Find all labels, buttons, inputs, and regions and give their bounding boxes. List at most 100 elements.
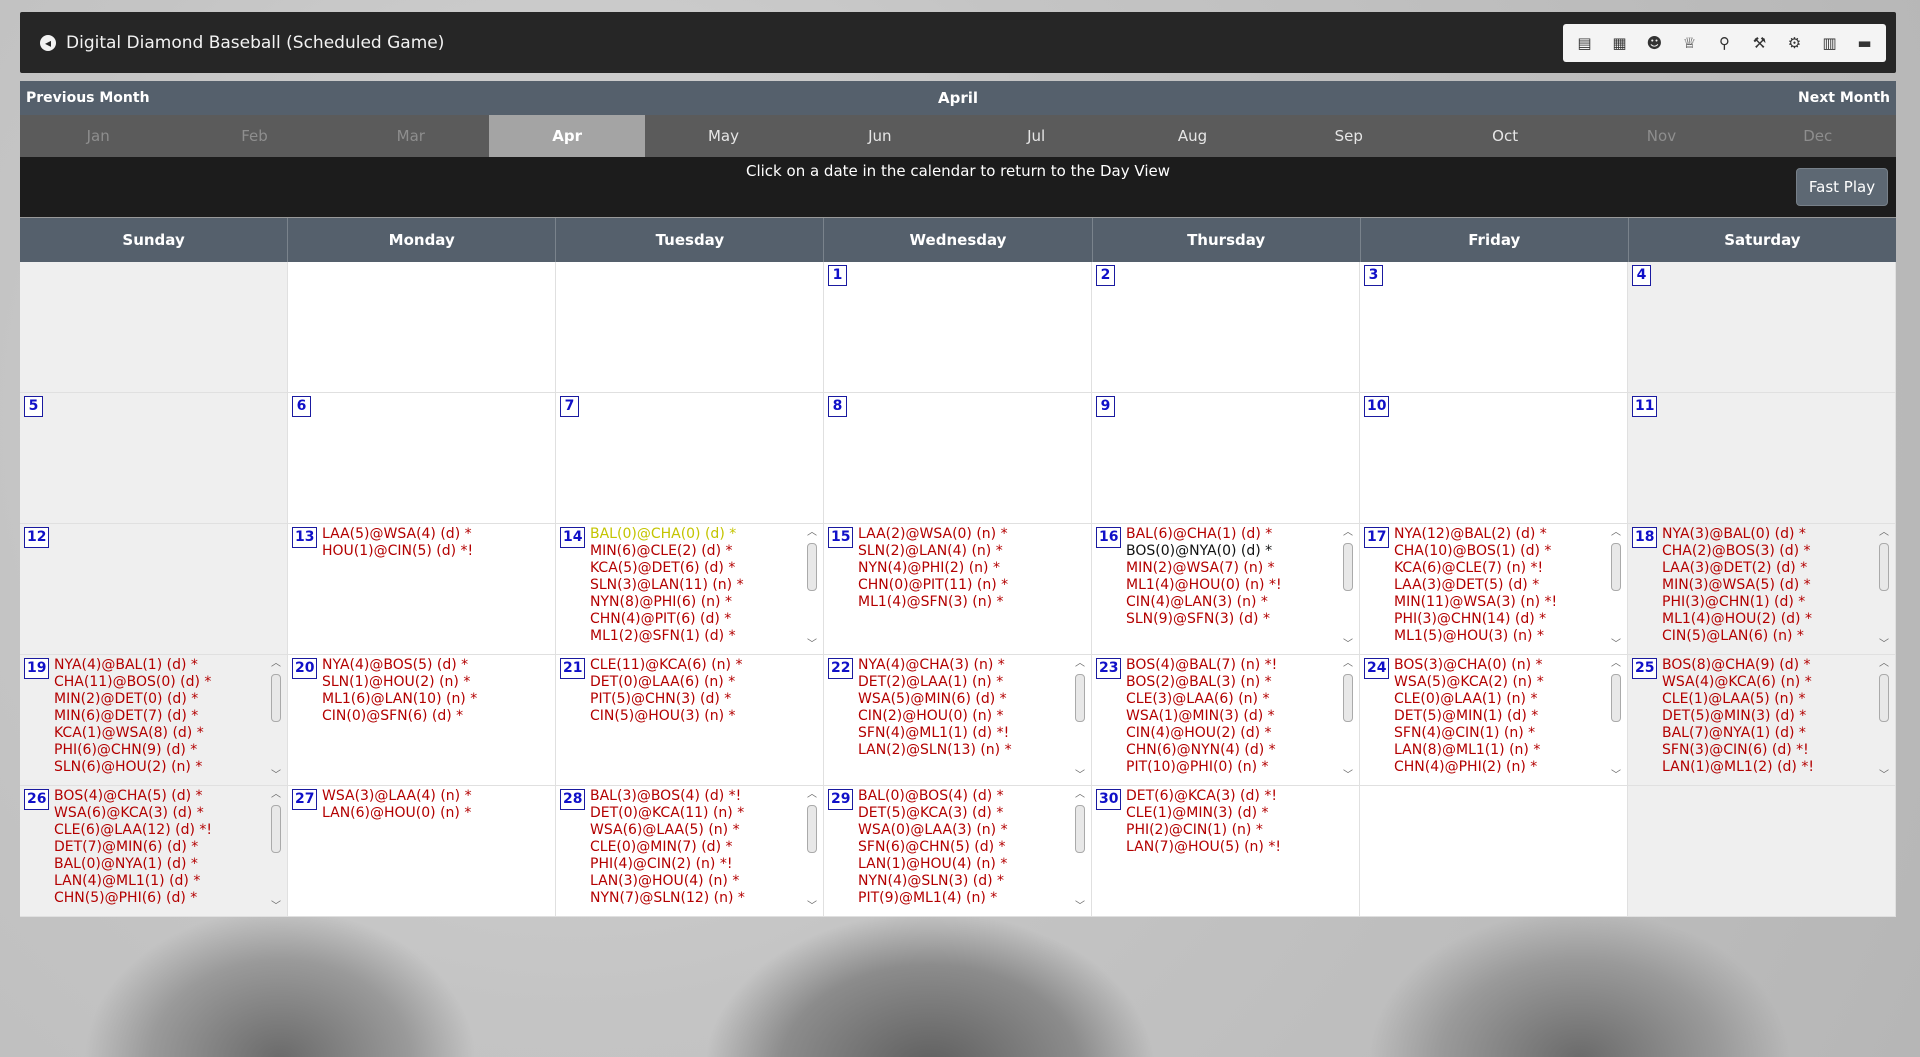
day-number-link[interactable]: 4 <box>1632 265 1651 286</box>
scroll-up-icon[interactable]: ︿ <box>1073 658 1087 670</box>
game-result[interactable]: KCA(5)@DET(6) (d) * <box>590 560 801 577</box>
calendar-day-7[interactable]: 7 <box>556 393 824 524</box>
game-result[interactable]: WSA(5)@MIN(6) (d) * <box>858 691 1069 708</box>
scroll-up-icon[interactable]: ︿ <box>1341 527 1355 539</box>
game-result[interactable]: PIT(5)@CHN(3) (d) * <box>590 691 819 708</box>
scroll-down-icon[interactable]: ﹀ <box>1609 639 1623 651</box>
game-list-scrollbar[interactable]: ︿ ﹀ <box>1341 658 1355 782</box>
game-result[interactable]: CIN(4)@LAN(3) (n) * <box>1126 594 1337 611</box>
game-result[interactable]: KCA(6)@CLE(7) (n) *! <box>1394 560 1605 577</box>
calendar-day-5[interactable]: 5 <box>20 393 288 524</box>
game-result[interactable]: SLN(1)@HOU(2) (n) * <box>322 674 551 691</box>
game-result[interactable]: PHI(4)@CIN(2) (n) *! <box>590 856 801 873</box>
gear-icon[interactable]: ⚙ <box>1777 24 1812 62</box>
folder-icon[interactable]: ▬ <box>1847 24 1882 62</box>
game-result[interactable]: WSA(3)@LAA(4) (n) * <box>322 788 551 805</box>
month-tab-oct[interactable]: Oct <box>1427 115 1583 157</box>
game-result[interactable]: DET(6)@KCA(3) (d) *! <box>1126 788 1355 805</box>
game-result[interactable]: LAN(2)@SLN(13) (n) * <box>858 742 1069 759</box>
calendar-day-11[interactable]: 11 <box>1628 393 1896 524</box>
calendar-day-15[interactable]: 15 LAA(2)@WSA(0) (n) * SLN(2)@LAN(4) (n) *… <box>824 524 1092 655</box>
game-list-scrollbar[interactable]: ︿ ﹀ <box>269 658 283 782</box>
calendar-day-20[interactable]: 20 NYA(4)@BOS(5) (d) * SLN(1)@HOU(2) (n) *… <box>288 655 556 786</box>
fast-play-button[interactable]: Fast Play <box>1796 168 1888 206</box>
game-result[interactable]: MIN(6)@CLE(2) (d) * <box>590 543 801 560</box>
calendar-day-17[interactable]: 17 NYA(12)@BAL(2) (d) * CHA(10)@BOS(1) (d)… <box>1360 524 1628 655</box>
game-result[interactable]: HOU(1)@CIN(5) (d) *! <box>322 543 551 560</box>
game-result[interactable]: BOS(4)@CHA(5) (d) * <box>54 788 265 805</box>
day-number-link[interactable]: 17 <box>1364 527 1390 548</box>
day-number-link[interactable]: 7 <box>560 396 579 417</box>
previous-month-link[interactable]: Previous Month <box>26 90 150 106</box>
day-number-link[interactable]: 25 <box>1632 658 1658 679</box>
day-number-link[interactable]: 3 <box>1364 265 1383 286</box>
day-number-link[interactable]: 30 <box>1096 789 1122 810</box>
calendar-day-8[interactable]: 8 <box>824 393 1092 524</box>
team-icon[interactable]: ☻ <box>1637 24 1672 62</box>
game-result[interactable]: MIN(3)@WSA(5) (d) * <box>1662 577 1873 594</box>
game-result[interactable]: NYA(4)@BAL(1) (d) * <box>54 657 265 674</box>
game-result[interactable]: KCA(1)@WSA(8) (d) * <box>54 725 265 742</box>
game-result[interactable]: PIT(9)@ML1(4) (n) * <box>858 890 1069 907</box>
scroll-up-icon[interactable]: ︿ <box>1341 658 1355 670</box>
game-result[interactable]: WSA(1)@MIN(3) (d) * <box>1126 708 1337 725</box>
game-result[interactable]: LAN(4)@ML1(1) (d) * <box>54 873 265 890</box>
game-result[interactable]: NYN(7)@SLN(12) (n) * <box>590 890 801 907</box>
game-result[interactable]: BOS(0)@NYA(0) (d) * <box>1126 543 1337 560</box>
scroll-down-icon[interactable]: ﹀ <box>1609 770 1623 782</box>
scroll-up-icon[interactable]: ︿ <box>805 527 819 539</box>
game-result[interactable]: MIN(6)@DET(7) (d) * <box>54 708 265 725</box>
month-tab-jul[interactable]: Jul <box>958 115 1114 157</box>
day-number-link[interactable]: 14 <box>560 527 586 548</box>
game-result[interactable]: PHI(3)@CHN(14) (d) * <box>1394 611 1605 628</box>
back-arrow-icon[interactable]: ◂ <box>40 34 56 51</box>
month-tab-sep[interactable]: Sep <box>1271 115 1427 157</box>
calendar-day-21[interactable]: 21 CLE(11)@KCA(6) (n) * DET(0)@LAA(6) (n) … <box>556 655 824 786</box>
scroll-thumb[interactable] <box>1879 674 1889 722</box>
game-result[interactable]: BAL(0)@BOS(4) (d) * <box>858 788 1069 805</box>
day-number-link[interactable]: 6 <box>292 396 311 417</box>
day-number-link[interactable]: 13 <box>292 527 318 548</box>
calendar-day-28[interactable]: 28 BAL(3)@BOS(4) (d) *! DET(0)@KCA(11) (n)… <box>556 786 824 917</box>
scroll-up-icon[interactable]: ︿ <box>1609 658 1623 670</box>
scroll-down-icon[interactable]: ﹀ <box>1877 639 1891 651</box>
game-result[interactable]: BAL(6)@CHA(1) (d) * <box>1126 526 1337 543</box>
calendar-day-30[interactable]: 30 DET(6)@KCA(3) (d) *! CLE(1)@MIN(3) (d) … <box>1092 786 1360 917</box>
scroll-thumb[interactable] <box>271 805 281 853</box>
calendar-day-2[interactable]: 2 <box>1092 262 1360 393</box>
game-result[interactable]: CLE(0)@MIN(7) (d) * <box>590 839 801 856</box>
game-result[interactable]: LAN(3)@HOU(4) (n) * <box>590 873 801 890</box>
game-result[interactable]: CLE(1)@LAA(5) (n) * <box>1662 691 1873 708</box>
game-result[interactable]: BAL(0)@NYA(1) (d) * <box>54 856 265 873</box>
month-tab-apr[interactable]: Apr <box>488 115 646 157</box>
game-result[interactable]: NYA(4)@BOS(5) (d) * <box>322 657 551 674</box>
day-number-link[interactable]: 18 <box>1632 527 1658 548</box>
month-tab-aug[interactable]: Aug <box>1114 115 1270 157</box>
grid-icon[interactable]: ▦ <box>1602 24 1637 62</box>
scroll-thumb[interactable] <box>807 805 817 853</box>
game-list-scrollbar[interactable]: ︿ ﹀ <box>805 789 819 913</box>
game-result[interactable]: NYA(3)@BAL(0) (d) * <box>1662 526 1873 543</box>
game-result[interactable]: CHN(0)@PIT(11) (n) * <box>858 577 1087 594</box>
game-result[interactable]: CIN(4)@HOU(2) (d) * <box>1126 725 1337 742</box>
game-result[interactable]: CHA(10)@BOS(1) (d) * <box>1394 543 1605 560</box>
game-result[interactable]: BAL(7)@NYA(1) (d) * <box>1662 725 1873 742</box>
scroll-up-icon[interactable]: ︿ <box>805 789 819 801</box>
game-result[interactable]: CHA(11)@BOS(0) (d) * <box>54 674 265 691</box>
game-result[interactable]: NYN(4)@PHI(2) (n) * <box>858 560 1087 577</box>
scroll-thumb[interactable] <box>807 543 817 591</box>
day-number-link[interactable]: 28 <box>560 789 586 810</box>
scroll-up-icon[interactable]: ︿ <box>1073 789 1087 801</box>
scroll-thumb[interactable] <box>1611 674 1621 722</box>
game-result[interactable]: SLN(9)@SFN(3) (d) * <box>1126 611 1337 628</box>
day-number-link[interactable]: 20 <box>292 658 318 679</box>
scroll-down-icon[interactable]: ﹀ <box>1341 639 1355 651</box>
month-tab-may[interactable]: May <box>645 115 801 157</box>
game-result[interactable]: NYA(12)@BAL(2) (d) * <box>1394 526 1605 543</box>
day-number-link[interactable]: 9 <box>1096 396 1115 417</box>
day-number-link[interactable]: 15 <box>828 527 854 548</box>
game-result[interactable]: CHN(4)@PHI(2) (n) * <box>1394 759 1605 776</box>
game-result[interactable]: ML1(2)@SFN(1) (d) * <box>590 628 801 645</box>
game-result[interactable]: CIN(0)@SFN(6) (d) * <box>322 708 551 725</box>
game-result[interactable]: NYA(4)@CHA(3) (n) * <box>858 657 1069 674</box>
